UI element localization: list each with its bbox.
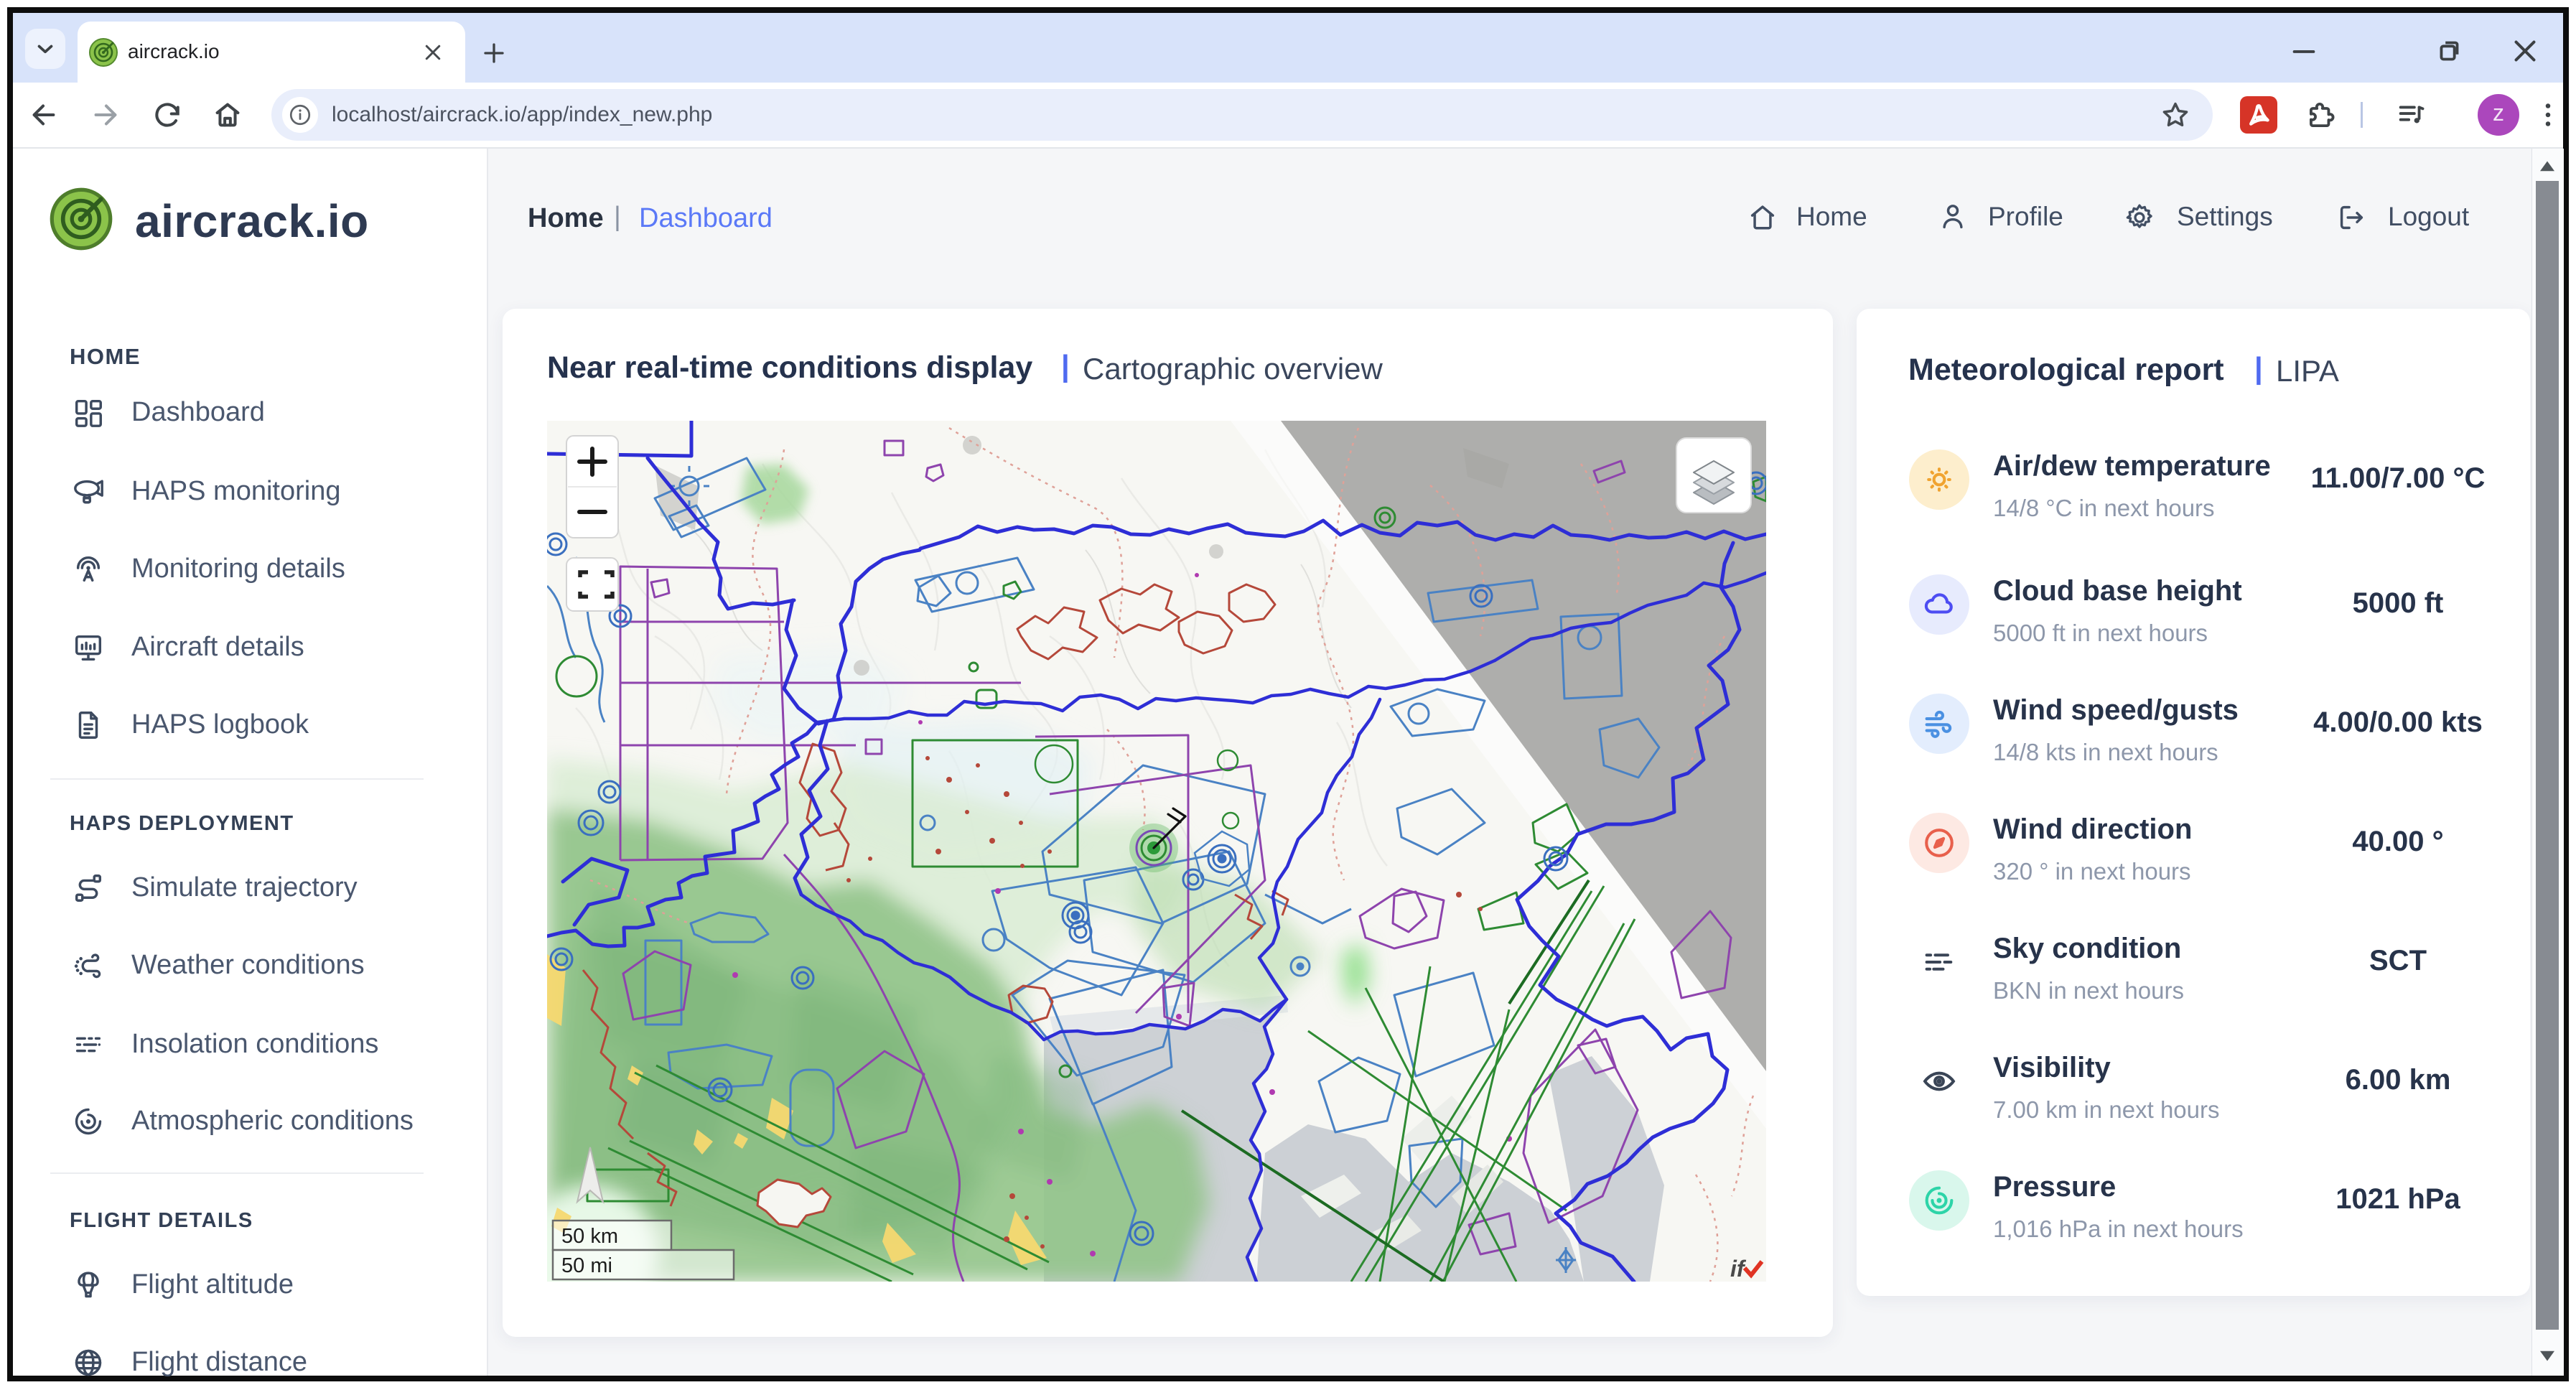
svg-text:50 km: 50 km <box>561 1225 618 1248</box>
svg-text:50 mi: 50 mi <box>561 1254 612 1277</box>
